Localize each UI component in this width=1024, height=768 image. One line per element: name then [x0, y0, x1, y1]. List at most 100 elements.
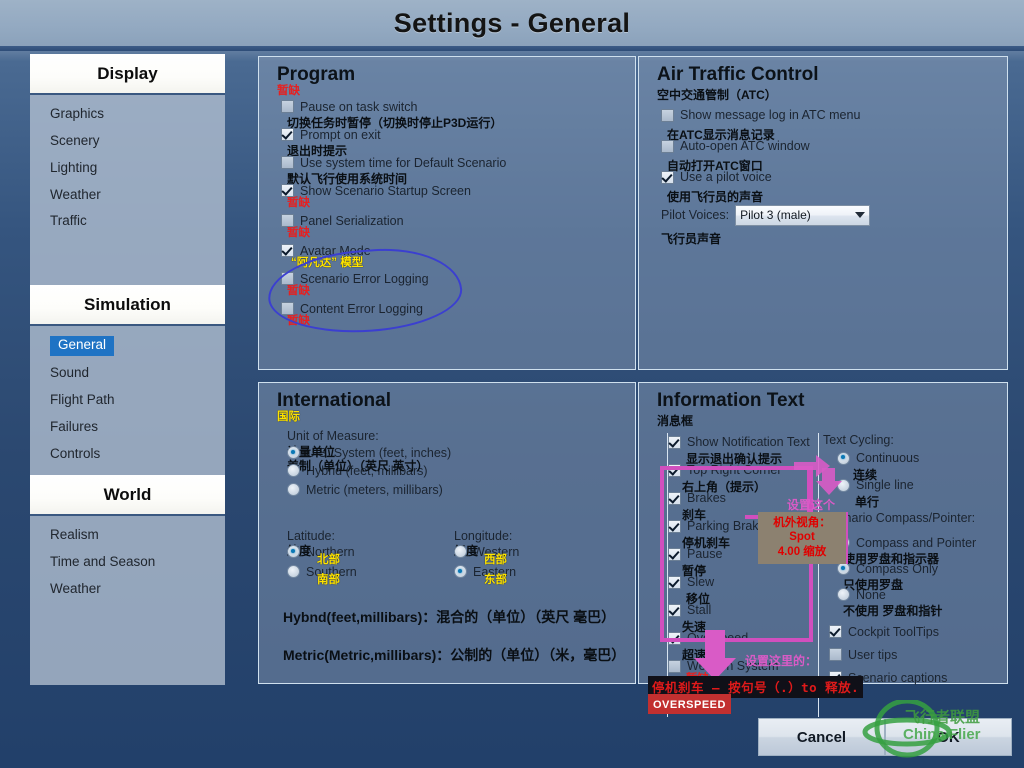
- checkbox-row-panel-serialization[interactable]: Panel Serialization: [281, 213, 635, 228]
- longitude-label: Longitude:: [454, 529, 634, 543]
- cn-stall: 失速: [682, 618, 818, 631]
- sidebar-item-controls[interactable]: Controls: [30, 441, 225, 468]
- sidebar-item-failures[interactable]: Failures: [30, 414, 225, 441]
- cn-pilot-voices: 飞行员声音: [661, 230, 1007, 247]
- checkbox-stall[interactable]: [668, 604, 681, 617]
- radio-hybrid[interactable]: [287, 464, 300, 477]
- checkbox-slew[interactable]: [668, 576, 681, 589]
- program-option-list: Pause on task switch 切换任务时暂停（切换时停止P3D运行）…: [281, 99, 635, 329]
- latitude-label: Latitude:: [287, 529, 467, 543]
- checkbox-row-pause[interactable]: Pause: [668, 547, 818, 562]
- checkbox-row-use-a-pilot-voice[interactable]: Use a pilot voice: [661, 170, 1007, 185]
- checkbox-row-content-error-logging[interactable]: Content Error Logging: [281, 301, 635, 316]
- checkbox-row-auto-open-atc-window[interactable]: Auto-open ATC window: [661, 139, 1007, 154]
- radio-compass-and-pointer[interactable]: [837, 536, 850, 549]
- sidebar-item-traffic[interactable]: Traffic: [30, 208, 225, 235]
- checkbox-row-cockpit-tooltips[interactable]: Cockpit ToolTips: [829, 624, 998, 639]
- label-brakes: Brakes: [687, 491, 726, 505]
- radio-row-continuous[interactable]: Continuous: [837, 451, 998, 466]
- checkbox-use-a-pilot-voice[interactable]: [661, 171, 674, 184]
- radio-row-eastern[interactable]: Eastern: [454, 564, 634, 579]
- sidebar-item-realism[interactable]: Realism: [30, 522, 225, 549]
- radio-southern[interactable]: [287, 565, 300, 578]
- radio-row-metric[interactable]: Metric (meters, millibars): [287, 482, 635, 497]
- cn-northern: 北部: [317, 555, 340, 567]
- radio-row-southern[interactable]: Southern: [287, 564, 467, 579]
- checkbox-content-error-logging[interactable]: [281, 302, 294, 315]
- radio-row-compass-only[interactable]: Compass Only: [837, 561, 998, 576]
- checkbox-row-stall[interactable]: Stall: [668, 603, 818, 618]
- radio-row-compass-and-pointer[interactable]: Compass and Pointer: [837, 535, 998, 550]
- checkbox-overspeed[interactable]: [668, 632, 681, 645]
- checkbox-scenario-error-logging[interactable]: [281, 272, 294, 285]
- sidebar-item-time-and-season[interactable]: Time and Season: [30, 549, 225, 576]
- checkbox-avatar-mode[interactable]: [281, 244, 294, 257]
- checkbox-cockpit-tooltips[interactable]: [829, 625, 842, 638]
- checkbox-countermeasures[interactable]: [668, 688, 681, 701]
- cn-scenario-error-logging: 暂缺: [287, 286, 635, 299]
- checkbox-parking-brakes[interactable]: [668, 520, 681, 533]
- sidebar-item-sound[interactable]: Sound: [30, 360, 225, 387]
- checkbox-row-countermeasures[interactable]: Countermeasures: [668, 687, 818, 702]
- checkbox-show-message-log[interactable]: [661, 109, 674, 122]
- radio-none[interactable]: [837, 588, 850, 601]
- checkbox-scenario-captions[interactable]: [829, 671, 842, 684]
- checkbox-user-tips[interactable]: [829, 648, 842, 661]
- sidebar-item-graphics[interactable]: Graphics: [30, 101, 225, 128]
- checkbox-row-use-system-time[interactable]: Use system time for Default Scenario: [281, 155, 635, 170]
- checkbox-row-pause-on-task-switch[interactable]: Pause on task switch: [281, 99, 635, 114]
- checkbox-top-right-corner[interactable]: [668, 464, 681, 477]
- radio-row-western[interactable]: Western: [454, 544, 634, 559]
- cn-avatar-mode: “阿凡达” 模型: [291, 258, 635, 271]
- checkbox-row-parking-brakes[interactable]: Parking Brakes: [668, 519, 818, 534]
- cancel-button[interactable]: Cancel: [758, 718, 885, 756]
- radio-row-none[interactable]: None: [837, 587, 998, 602]
- radio-compass-only[interactable]: [837, 562, 850, 575]
- checkbox-show-scenario-startup-screen[interactable]: [281, 184, 294, 197]
- checkbox-row-top-right-corner[interactable]: Top Right Corner: [668, 463, 818, 478]
- cn-show-notification-text: 显示退出确认提示: [686, 450, 818, 463]
- radio-row-northern[interactable]: Northern: [287, 544, 467, 559]
- sidebar-item-weather[interactable]: Weather: [30, 182, 225, 209]
- checkbox-row-user-tips[interactable]: User tips: [829, 647, 998, 662]
- checkbox-use-system-time[interactable]: [281, 156, 294, 169]
- label-show-message-log: Show message log in ATC menu: [680, 108, 860, 122]
- label-auto-open-atc-window: Auto-open ATC window: [680, 139, 810, 153]
- radio-metric[interactable]: [287, 483, 300, 496]
- information-text-title: Information Text: [657, 391, 1007, 411]
- checkbox-row-show-scenario-startup-screen[interactable]: Show Scenario Startup Screen: [281, 183, 635, 198]
- radio-northern[interactable]: [287, 545, 300, 558]
- checkbox-row-overspeed[interactable]: Overspeed: [668, 631, 818, 646]
- sidebar-item-general[interactable]: General: [50, 336, 114, 356]
- checkbox-brakes[interactable]: [668, 492, 681, 505]
- checkbox-weapon-system[interactable]: [668, 660, 681, 673]
- checkbox-pause[interactable]: [668, 548, 681, 561]
- checkbox-row-weapon-system[interactable]: Weapon System: [668, 659, 818, 674]
- radio-western[interactable]: [454, 545, 467, 558]
- label-none: None: [856, 588, 886, 602]
- checkbox-pause-on-task-switch[interactable]: [281, 100, 294, 113]
- sidebar-item-lighting[interactable]: Lighting: [30, 155, 225, 182]
- radio-continuous[interactable]: [837, 452, 850, 465]
- checkbox-row-scenario-captions[interactable]: Scenario captions: [829, 670, 998, 685]
- ok-button[interactable]: OK: [885, 718, 1012, 756]
- checkbox-row-show-message-log[interactable]: Show message log in ATC menu: [661, 108, 1007, 123]
- checkbox-panel-serialization[interactable]: [281, 214, 294, 227]
- checkbox-row-scenario-error-logging[interactable]: Scenario Error Logging: [281, 271, 635, 286]
- sidebar-item-scenery[interactable]: Scenery: [30, 128, 225, 155]
- checkbox-row-show-notification-text[interactable]: Show Notification Text: [668, 435, 818, 450]
- latitude-group: Latitude: 纬度 Northern 北部 Southern 南部: [287, 529, 467, 579]
- cn-brakes: 刹车: [682, 506, 818, 519]
- checkbox-prompt-on-exit[interactable]: [281, 128, 294, 141]
- radio-eastern[interactable]: [454, 565, 467, 578]
- checkbox-row-slew[interactable]: Slew: [668, 575, 818, 590]
- radio-single-line[interactable]: [837, 479, 850, 492]
- sidebar-item-weather-world[interactable]: Weather: [30, 576, 225, 603]
- radio-row-single-line[interactable]: Single line: [837, 478, 998, 493]
- sidebar-header-world: World: [30, 475, 225, 516]
- sidebar-item-flight-path[interactable]: Flight Path: [30, 387, 225, 414]
- international-title: International: [277, 391, 635, 411]
- checkbox-auto-open-atc-window[interactable]: [661, 140, 674, 153]
- checkbox-show-notification-text[interactable]: [668, 436, 681, 449]
- pilot-voices-select[interactable]: Pilot 3 (male): [735, 205, 870, 226]
